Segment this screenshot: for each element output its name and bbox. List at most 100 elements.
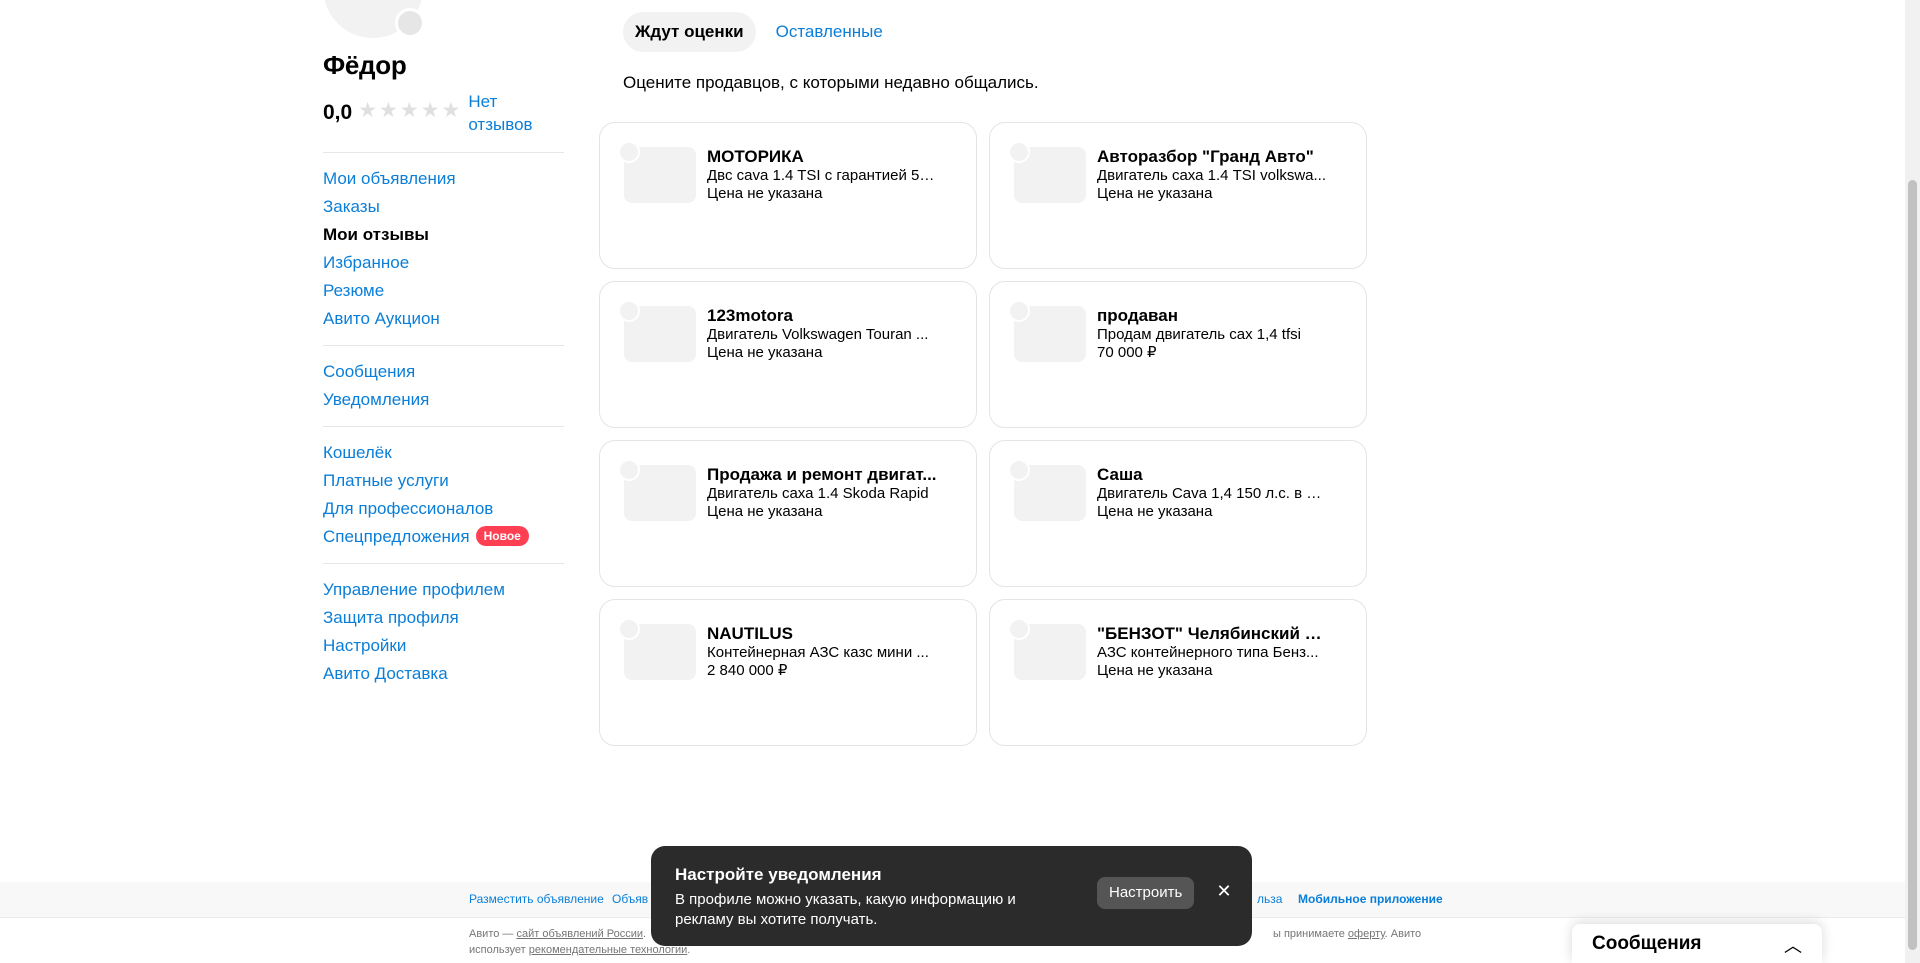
seller-card[interactable]: Саша Двигатель Cava 1,4 150 л.с. в ра...… xyxy=(989,440,1367,587)
listing-price: Цена не указана xyxy=(1097,185,1213,202)
footer-link-mobile-app[interactable]: Мобильное приложение xyxy=(1298,892,1443,906)
notification-settings-toast: Настройте уведомления В профиле можно ук… xyxy=(651,846,1252,946)
footer-text-accept-wrap: ы принимаете оферту. Авито xyxy=(1273,926,1421,942)
footer-offer-link[interactable]: оферту xyxy=(1348,928,1385,940)
card-body: 123motora Двигатель Volkswagen Touran ..… xyxy=(707,306,937,362)
sidebar-item-special-offers[interactable]: Спецпредложения Новое xyxy=(323,523,564,551)
seller-name: Продажа и ремонт двигат... xyxy=(707,465,937,484)
listing-price: Цена не указана xyxy=(1097,662,1213,679)
rating-row: 0,0 ★ ★ ★ ★ ★ Нет отзывов xyxy=(323,90,548,136)
sidebar-item-pro[interactable]: Для профессионалов xyxy=(323,495,564,523)
sidebar-item-messages[interactable]: Сообщения xyxy=(323,358,564,386)
listing-price: 2 840 000 ₽ xyxy=(707,662,788,679)
sidebar-item-orders[interactable]: Заказы xyxy=(323,193,564,221)
menu-group-settings: Управление профилем Защита профиля Настр… xyxy=(323,563,564,700)
sidebar-item-wallet[interactable]: Кошелёк xyxy=(323,439,564,467)
seller-cards-grid: МОТОРИКА Двс cava 1.4 TSI с гарантией 50… xyxy=(599,122,1367,746)
sidebar-item-profile-protection[interactable]: Защита профиля xyxy=(323,604,564,632)
seller-name: продаван xyxy=(1097,306,1179,325)
card-body: МОТОРИКА Двс cava 1.4 TSI с гарантией 50… xyxy=(707,147,937,203)
page-scrollbar[interactable] xyxy=(1905,0,1920,963)
sidebar-item-my-ads[interactable]: Мои объявления xyxy=(323,165,564,193)
listing-price: 70 000 ₽ xyxy=(1097,344,1157,361)
seller-avatar xyxy=(1008,141,1030,163)
avatar-status-icon xyxy=(395,8,425,38)
sidebar-item-settings[interactable]: Настройки xyxy=(323,632,564,660)
sidebar-item-my-reviews[interactable]: Мои отзывы xyxy=(323,221,564,249)
card-body: NAUTILUS Контейнерная АЗС казс мини ... … xyxy=(707,624,937,680)
menu-group-messages: Сообщения Уведомления xyxy=(323,345,564,426)
messenger-label: Сообщения xyxy=(1592,933,1702,954)
seller-avatar xyxy=(618,618,640,640)
sidebar-item-auction[interactable]: Авито Аукцион xyxy=(323,305,564,333)
seller-card[interactable]: 123motora Двигатель Volkswagen Touran ..… xyxy=(599,281,977,428)
star-icon: ★ xyxy=(379,99,398,122)
chevron-up-icon[interactable]: ︿ xyxy=(1784,932,1802,958)
footer-text-middle: . xyxy=(643,928,647,940)
toast-text: В профиле можно указать, какую информаци… xyxy=(675,891,1016,928)
listing-price: Цена не указана xyxy=(1097,503,1213,520)
card-body: Авторазбор "Гранд Авто" Двигатель саха 1… xyxy=(1097,147,1327,203)
seller-name: Саша xyxy=(1097,465,1143,484)
menu-group-ads: Мои объявления Заказы Мои отзывы Избранн… xyxy=(323,152,564,345)
star-icon: ★ xyxy=(358,99,378,122)
messenger-widget[interactable]: Сообщения ︿ xyxy=(1572,924,1822,963)
sidebar-item-label: Спецпредложения xyxy=(323,527,470,546)
tab-left-reviews[interactable]: Оставленные xyxy=(764,12,895,52)
sidebar-item-notifications[interactable]: Уведомления xyxy=(323,386,564,414)
card-body: Продажа и ремонт двигат... Двигатель сах… xyxy=(707,465,937,521)
card-body: Саша Двигатель Cava 1,4 150 л.с. в ра...… xyxy=(1097,465,1327,521)
seller-name: 123motora xyxy=(707,306,793,325)
card-body: продаван Продам двигатель сах 1,4 tfsi 7… xyxy=(1097,306,1327,362)
star-icon: ★ xyxy=(420,99,440,122)
footer-site-link[interactable]: сайт объявлений России xyxy=(516,928,643,940)
scrollbar-thumb[interactable] xyxy=(1908,180,1917,950)
listing-title: Двигатель саха 1.4 TSI volkswa... xyxy=(1097,167,1326,184)
avatar[interactable] xyxy=(323,0,425,40)
footer-link-ads[interactable]: Объяв xyxy=(612,892,648,906)
listing-title: Двигатель Cava 1,4 150 л.с. в ра... xyxy=(1097,485,1327,502)
seller-card[interactable]: продаван Продам двигатель сах 1,4 tfsi 7… xyxy=(989,281,1367,428)
listing-title: Двигатель Volkswagen Touran ... xyxy=(707,326,929,343)
seller-avatar xyxy=(1008,459,1030,481)
star-icon: ★ xyxy=(441,99,461,122)
seller-card[interactable]: Авторазбор "Гранд Авто" Двигатель саха 1… xyxy=(989,122,1367,269)
new-badge: Новое xyxy=(475,526,529,546)
listing-price: Цена не указана xyxy=(707,344,823,361)
sidebar-item-delivery[interactable]: Авито Доставка xyxy=(323,660,564,688)
footer-text-prefix: Авито — xyxy=(469,928,517,940)
listing-title: АЗС контейнерного типа Бенз... xyxy=(1097,644,1319,661)
sidebar-item-resume[interactable]: Резюме xyxy=(323,277,564,305)
seller-card[interactable]: Продажа и ремонт двигат... Двигатель сах… xyxy=(599,440,977,587)
listing-price: Цена не указана xyxy=(707,503,823,520)
sidebar-item-favorites[interactable]: Избранное xyxy=(323,249,564,277)
seller-name: МОТОРИКА xyxy=(707,147,804,166)
seller-name: "БЕНЗОТ" Челябинский з... xyxy=(1097,624,1327,643)
rating-value: 0,0 xyxy=(323,101,353,124)
toast-title: Настройте уведомления xyxy=(675,865,882,884)
reviews-link[interactable]: Нет отзывов xyxy=(468,90,548,136)
seller-avatar xyxy=(618,141,640,163)
seller-card[interactable]: NAUTILUS Контейнерная АЗС казс мини ... … xyxy=(599,599,977,746)
listing-title: Двс cava 1.4 TSI с гарантией 50... xyxy=(707,167,937,184)
seller-name: NAUTILUS xyxy=(707,624,793,643)
listing-price: Цена не указана xyxy=(707,185,823,202)
footer-text-accept: ы принимаете xyxy=(1273,928,1348,940)
configure-button[interactable]: Настроить xyxy=(1097,877,1195,909)
rating-stars: ★ ★ ★ ★ ★ xyxy=(358,100,460,121)
seller-avatar xyxy=(618,459,640,481)
sidebar-menu: Мои объявления Заказы Мои отзывы Избранн… xyxy=(323,152,564,700)
footer-link-post-ad[interactable]: Разместить объявление xyxy=(469,892,604,906)
seller-card[interactable]: МОТОРИКА Двс cava 1.4 TSI с гарантией 50… xyxy=(599,122,977,269)
star-icon: ★ xyxy=(399,99,419,122)
sidebar-item-paid-services[interactable]: Платные услуги xyxy=(323,467,564,495)
sidebar-item-profile-management[interactable]: Управление профилем xyxy=(323,576,564,604)
seller-avatar xyxy=(1008,618,1030,640)
footer-link-rules[interactable]: льза xyxy=(1257,892,1282,906)
seller-card[interactable]: "БЕНЗОТ" Челябинский з... АЗС контейнерн… xyxy=(989,599,1367,746)
tab-awaiting-rating[interactable]: Ждут оценки xyxy=(623,12,756,52)
close-icon[interactable]: ✕ xyxy=(1213,880,1235,902)
reviews-tabs: Ждут оценки Оставленные xyxy=(623,12,895,52)
footer-text-after-offer: . Авито xyxy=(1384,928,1422,940)
seller-name: Авторазбор "Гранд Авто" xyxy=(1097,147,1314,166)
